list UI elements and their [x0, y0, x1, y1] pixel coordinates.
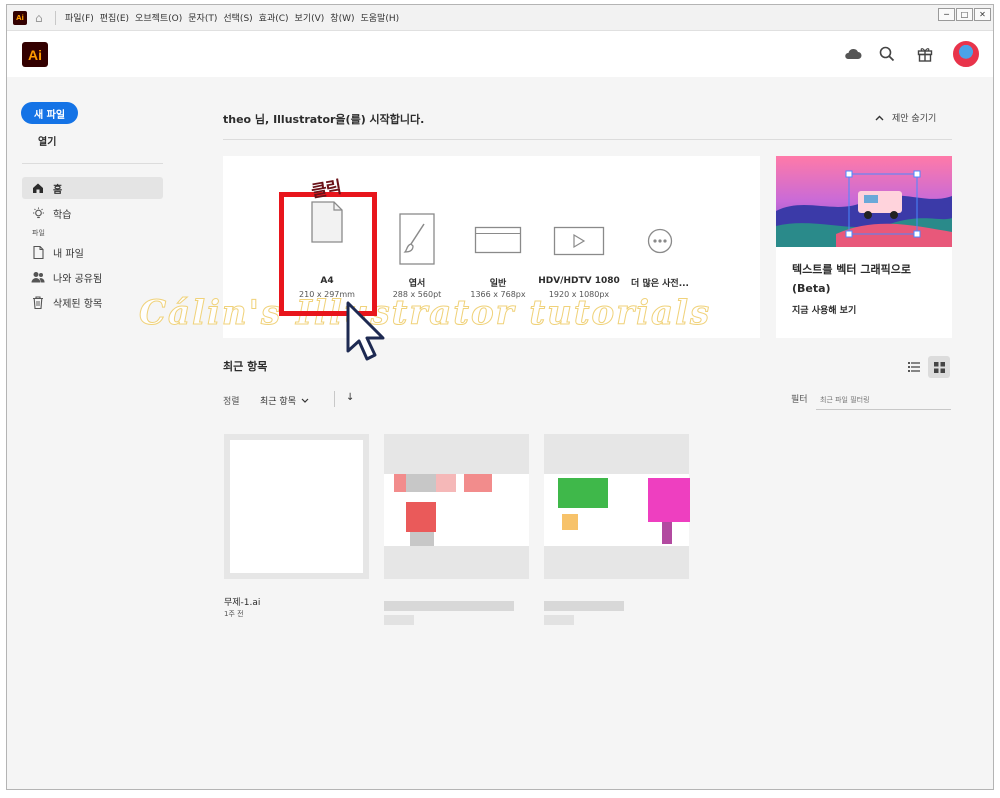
recent-title: 최근 항목	[223, 360, 268, 373]
pixelated-preview	[558, 478, 608, 508]
cursor-arrow-icon	[345, 301, 391, 367]
avatar[interactable]	[953, 41, 979, 67]
browser-icon	[474, 226, 522, 258]
greeting-title: theo 님, Illustrator을(를) 시작합니다.	[223, 113, 425, 126]
people-icon	[31, 270, 45, 284]
main-divider	[223, 139, 952, 140]
sidebar-item-label: 나와 공유됨	[53, 273, 103, 285]
gift-icon[interactable]	[914, 43, 936, 65]
sidebar-item-learn[interactable]: 학습	[22, 202, 163, 224]
lightbulb-icon	[31, 206, 45, 220]
hide-suggestions-button[interactable]: 제안 숨기기	[875, 111, 936, 124]
sort-direction-button[interactable]: ↓	[346, 392, 354, 403]
window-controls: ─ □ ✕	[938, 8, 991, 21]
recent-file-time: 1주 전	[224, 610, 244, 618]
pixelated-preview	[562, 514, 578, 530]
close-button[interactable]: ✕	[974, 8, 991, 21]
menu-separator	[55, 10, 56, 25]
sort-separator	[334, 391, 335, 407]
recent-file-thumbnail[interactable]	[224, 434, 369, 579]
pixelated-preview	[648, 478, 690, 522]
open-button[interactable]: 열기	[38, 133, 56, 148]
promo-title: 텍스트를 벡터 그래픽으로(Beta)	[792, 263, 911, 295]
menu-bar: Ai ⌂ 파일(F) 편집(E) 오브젝트(O) 문자(T) 선택(S) 효과(…	[7, 5, 993, 31]
sort-label: 정렬	[223, 397, 240, 407]
maximize-button[interactable]: □	[956, 8, 973, 21]
illustrator-logo[interactable]: Ai	[22, 42, 48, 67]
filter-label: 필터	[791, 395, 808, 405]
preset-name: 더 많은 사전...	[631, 279, 689, 289]
artboard-preview	[230, 440, 363, 573]
more-icon	[647, 228, 673, 258]
cloud-icon[interactable]	[842, 43, 864, 65]
promo-link[interactable]: 지금 사용해 보기	[792, 303, 856, 316]
document-icon	[31, 245, 45, 259]
menu-view[interactable]: 보기(V)	[292, 11, 328, 24]
sort-value: 최근 항목	[260, 397, 296, 407]
sidebar-item-label: 학습	[53, 209, 72, 221]
recent-file-time-blurred	[384, 615, 414, 625]
highlight-box	[279, 192, 377, 316]
sidebar-item-my-files[interactable]: 내 파일	[22, 241, 163, 263]
list-view-icon[interactable]	[903, 356, 925, 378]
sidebar-item-label: 내 파일	[53, 248, 84, 260]
pixelated-preview	[406, 502, 436, 532]
sidebar-divider	[22, 163, 163, 164]
files-section-label: 파일	[32, 229, 45, 237]
sidebar-item-label: 홈	[53, 184, 63, 196]
home-icon	[31, 181, 45, 195]
pixelated-preview	[662, 522, 672, 544]
menu-object[interactable]: 오브젝트(O)	[132, 11, 185, 24]
recent-file-name[interactable]: 무제-1.ai	[224, 595, 260, 608]
menu-effect[interactable]: 효과(C)	[256, 11, 292, 24]
pixelated-preview	[464, 474, 492, 492]
sidebar-item-shared[interactable]: 나와 공유됨	[22, 266, 163, 288]
search-icon[interactable]	[876, 43, 898, 65]
promo-illustration	[776, 156, 952, 247]
grid-view-icon[interactable]	[928, 356, 950, 378]
home-icon[interactable]: ⌂	[35, 11, 49, 25]
pixelated-preview	[410, 532, 434, 546]
sidebar-item-label: 삭제된 항목	[53, 298, 103, 310]
chevron-down-icon	[301, 398, 309, 403]
recent-file-name-blurred	[544, 601, 624, 611]
click-annotation: 클릭	[309, 177, 343, 203]
pixelated-preview	[436, 474, 456, 492]
promo-card[interactable]: 텍스트를 벡터 그래픽으로(Beta) 지금 사용해 보기	[776, 156, 952, 338]
recent-file-thumbnail[interactable]	[384, 434, 529, 579]
menu-select[interactable]: 선택(S)	[220, 11, 255, 24]
menu-help[interactable]: 도움말(H)	[358, 11, 403, 24]
menu-window[interactable]: 창(W)	[327, 11, 357, 24]
pixelated-preview	[394, 474, 406, 492]
menu-type[interactable]: 문자(T)	[185, 11, 220, 24]
chevron-up-icon	[875, 115, 884, 120]
recent-file-time-blurred	[544, 615, 574, 625]
sidebar-item-home[interactable]: 홈	[22, 177, 163, 199]
sort-dropdown[interactable]: 최근 항목	[260, 394, 309, 407]
menu-file[interactable]: 파일(F)	[62, 11, 97, 24]
menu-edit[interactable]: 편집(E)	[97, 11, 132, 24]
filter-input[interactable]	[816, 391, 951, 410]
recent-file-name-blurred	[384, 601, 514, 611]
pixelated-preview	[406, 474, 436, 492]
video-icon	[553, 226, 605, 260]
hide-suggestions-label: 제안 숨기기	[892, 114, 937, 124]
trash-icon	[31, 295, 45, 309]
app-header: Ai	[7, 31, 993, 77]
brush-icon	[398, 212, 436, 270]
recent-file-thumbnail[interactable]	[544, 434, 690, 579]
app-icon: Ai	[13, 10, 27, 25]
new-file-button[interactable]: 새 파일	[21, 102, 78, 124]
illustrator-window: Ai ⌂ 파일(F) 편집(E) 오브젝트(O) 문자(T) 선택(S) 효과(…	[6, 4, 994, 790]
minimize-button[interactable]: ─	[938, 8, 955, 21]
watermark-text: Cálin's Illustrator tutorials	[138, 293, 712, 334]
